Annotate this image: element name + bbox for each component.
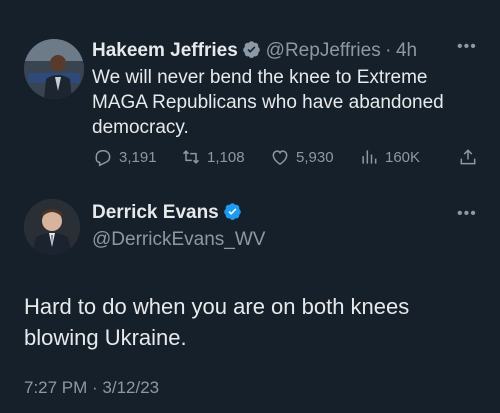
tweet-timestamp[interactable]: 7:27 PM · 3/12/23 — [24, 378, 159, 398]
avatar-hakeem-jeffries[interactable] — [24, 39, 84, 99]
retweet-count: 1,108 — [207, 148, 245, 166]
tweet2-header: Derrick Evans — [92, 202, 242, 224]
retweet-icon — [182, 150, 200, 164]
retweet-button[interactable]: 1,108 — [181, 147, 245, 167]
avatar-portrait-image — [24, 199, 80, 255]
avatar-derrick-evans[interactable] — [24, 199, 80, 255]
author-handle[interactable]: @RepJeffries — [266, 40, 381, 61]
reply-count: 3,191 — [119, 148, 157, 166]
like-count: 5,930 — [296, 148, 334, 166]
tweet-text: Hard to do when you are on both knees bl… — [24, 294, 410, 350]
views-button[interactable]: 160K — [359, 147, 420, 167]
tweet-text: We will never bend the knee to Extreme M… — [92, 67, 444, 138]
author-handle[interactable]: @DerrickEvans_WV — [92, 229, 265, 251]
share-button[interactable] — [458, 147, 478, 167]
author-name[interactable]: Hakeem Jeffries — [92, 40, 238, 61]
share-icon — [460, 149, 476, 165]
more-icon[interactable]: ••• — [457, 38, 477, 56]
verified-badge-icon — [224, 203, 242, 220]
views-count: 160K — [385, 148, 421, 166]
more-icon[interactable]: ••• — [457, 205, 477, 223]
author-name[interactable]: Derrick Evans — [92, 202, 219, 223]
reply-button[interactable]: 3,191 — [93, 147, 157, 167]
time-separator: · — [385, 40, 392, 61]
tweet1-header: Hakeem Jeffries @RepJeffries · 4h — [92, 40, 417, 62]
heart-icon — [272, 150, 288, 165]
verified-badge-icon — [243, 41, 261, 58]
tweet-time[interactable]: 4h — [396, 40, 417, 61]
views-bar-chart-icon — [362, 150, 377, 164]
avatar-portrait-image — [24, 39, 84, 99]
like-button[interactable]: 5,930 — [270, 147, 334, 167]
reply-icon — [95, 150, 111, 167]
